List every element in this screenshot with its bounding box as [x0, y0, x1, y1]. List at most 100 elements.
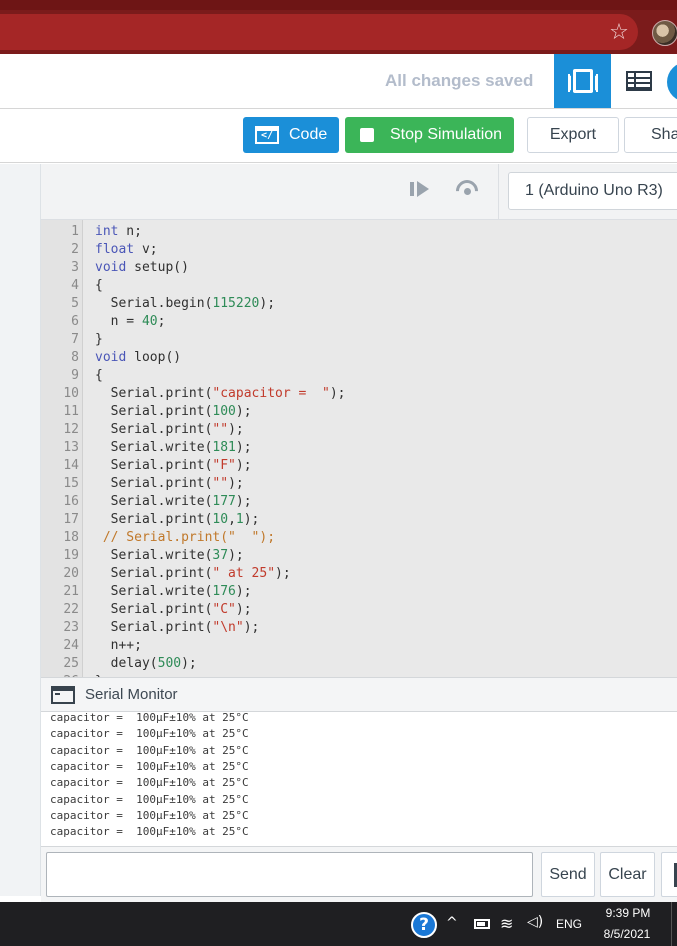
serial-output-line: capacitor = 100µF±10% at 25°C: [50, 776, 249, 790]
tab-strip: [0, 0, 677, 10]
code-line: 13 Serial.write(181);: [41, 439, 677, 457]
stop-simulation-label: Stop Simulation: [390, 126, 503, 143]
line-number: 14: [63, 458, 79, 473]
code-text: Serial.print(" at 25");: [95, 566, 291, 581]
code-line: 12 Serial.print("");: [41, 421, 677, 439]
table-icon: [626, 71, 652, 91]
line-number: 1: [71, 224, 79, 239]
code-text: n = 40;: [95, 314, 166, 329]
code-line: 20 Serial.print(" at 25");: [41, 565, 677, 583]
code-text: Serial.write(176);: [95, 584, 252, 599]
export-button[interactable]: Export: [527, 117, 619, 153]
code-line: 5 Serial.begin(115220);: [41, 295, 677, 313]
line-number: 19: [63, 548, 79, 563]
code-line: 15 Serial.print("");: [41, 475, 677, 493]
serial-output[interactable]: capacitor = 100µF±10% at 25°C capacitor =…: [41, 712, 677, 846]
send-button[interactable]: Send: [541, 852, 595, 897]
serial-output-line: capacitor = 100µF±10% at 25°C: [50, 825, 249, 839]
component-list-button[interactable]: [611, 54, 667, 108]
code-text: delay(500);: [95, 656, 197, 671]
code-button[interactable]: </ Code: [243, 117, 339, 153]
line-number: 3: [71, 260, 79, 275]
line-number: 11: [63, 404, 79, 419]
code-line: 2 float v;: [41, 241, 677, 259]
code-text: Serial.print("");: [95, 422, 244, 437]
stop-icon: [360, 128, 374, 142]
code-text: Serial.write(177);: [95, 494, 252, 509]
code-text: Serial.write(181);: [95, 440, 252, 455]
step-icon[interactable]: [408, 178, 432, 200]
code-text: // Serial.print(" ");: [102, 530, 276, 545]
line-number: 15: [63, 476, 79, 491]
code-line: 10 Serial.print("capacitor = ");: [41, 385, 677, 403]
clock-date[interactable]: 8/5/2021: [596, 927, 658, 941]
serial-input[interactable]: [46, 852, 533, 897]
address-bar[interactable]: [0, 14, 638, 50]
line-number: 8: [71, 350, 79, 365]
code-text: Serial.print("F");: [95, 458, 252, 473]
code-text: Serial.print("");: [95, 476, 244, 491]
share-button[interactable]: Sha: [624, 117, 677, 153]
code-line: 17 Serial.print(10,1);: [41, 511, 677, 529]
serial-output-line: capacitor = 100µF±10% at 25°C: [50, 759, 249, 773]
code-text: {: [95, 368, 103, 383]
show-desktop-divider: [671, 902, 672, 946]
line-number: 20: [63, 566, 79, 581]
code-text: }: [95, 332, 103, 347]
code-line: 14 Serial.print("F");: [41, 457, 677, 475]
code-text: {: [95, 278, 103, 293]
stop-simulation-button[interactable]: Stop Simulation: [345, 117, 514, 153]
code-text: Serial.write(37);: [95, 548, 244, 563]
line-number: 22: [63, 602, 79, 617]
code-line: 21 Serial.write(176);: [41, 583, 677, 601]
circuit-canvas-edge[interactable]: [0, 164, 41, 896]
bookmark-star-icon[interactable]: ☆: [606, 20, 632, 46]
code-editor[interactable]: 1 int n; 2 float v; 3 void setup() 4{5 Serial.…: [41, 220, 677, 677]
profile-avatar[interactable]: [652, 20, 677, 46]
code-line: 23 Serial.print("\n");: [41, 619, 677, 637]
device-select[interactable]: 1 (Arduino Uno R3): [508, 172, 677, 210]
serial-output-line: capacitor = 100µF±10% at 25°C: [50, 712, 249, 724]
code-line: 16 Serial.write(177);: [41, 493, 677, 511]
divider: [498, 164, 499, 219]
line-number: 12: [63, 422, 79, 437]
code-text: Serial.print(100);: [95, 404, 252, 419]
chevron-up-icon[interactable]: ^: [446, 916, 460, 930]
code-line: 19 Serial.write(37);: [41, 547, 677, 565]
clear-button[interactable]: Clear: [600, 852, 655, 897]
serial-monitor-title: Serial Monitor: [85, 686, 178, 703]
line-number: 16: [63, 494, 79, 509]
debugger-icon[interactable]: [451, 175, 483, 207]
code-text: Serial.print("capacitor = ");: [95, 386, 346, 401]
code-text: Serial.print("C");: [95, 602, 252, 617]
input-language[interactable]: ENG: [556, 917, 582, 931]
line-number: 21: [63, 584, 79, 599]
line-number: 18: [63, 530, 79, 545]
clock-time[interactable]: 9:39 PM: [598, 906, 658, 920]
line-number: 7: [71, 332, 79, 347]
graph-toggle-button[interactable]: [661, 852, 677, 897]
battery-icon[interactable]: [474, 919, 490, 929]
code-text: Serial.print(10,1);: [95, 512, 260, 527]
line-number: 17: [63, 512, 79, 527]
line-number: 24: [63, 638, 79, 653]
line-number: 25: [63, 656, 79, 671]
serial-monitor-icon: [51, 685, 75, 704]
code-text: float v;: [95, 242, 158, 257]
serial-output-line: capacitor = 100µF±10% at 25°C: [50, 727, 249, 741]
volume-icon[interactable]: ◁): [527, 914, 547, 934]
code-line: 8 void loop(): [41, 349, 677, 367]
circuit-view-button[interactable]: [554, 54, 611, 108]
line-number: 5: [71, 296, 79, 311]
help-icon[interactable]: ?: [411, 912, 437, 938]
serial-monitor-header[interactable]: Serial Monitor: [41, 677, 677, 712]
code-text: n++;: [95, 638, 142, 653]
code-line: 7}: [41, 331, 677, 349]
code-line: 22 Serial.print("C");: [41, 601, 677, 619]
code-line: 6 n = 40;: [41, 313, 677, 331]
code-line: 9{: [41, 367, 677, 385]
chip-icon: [567, 69, 598, 93]
serial-output-line: capacitor = 100µF±10% at 25°C: [50, 743, 249, 757]
code-line: 4{: [41, 277, 677, 295]
wifi-icon[interactable]: ≋: [500, 914, 520, 934]
